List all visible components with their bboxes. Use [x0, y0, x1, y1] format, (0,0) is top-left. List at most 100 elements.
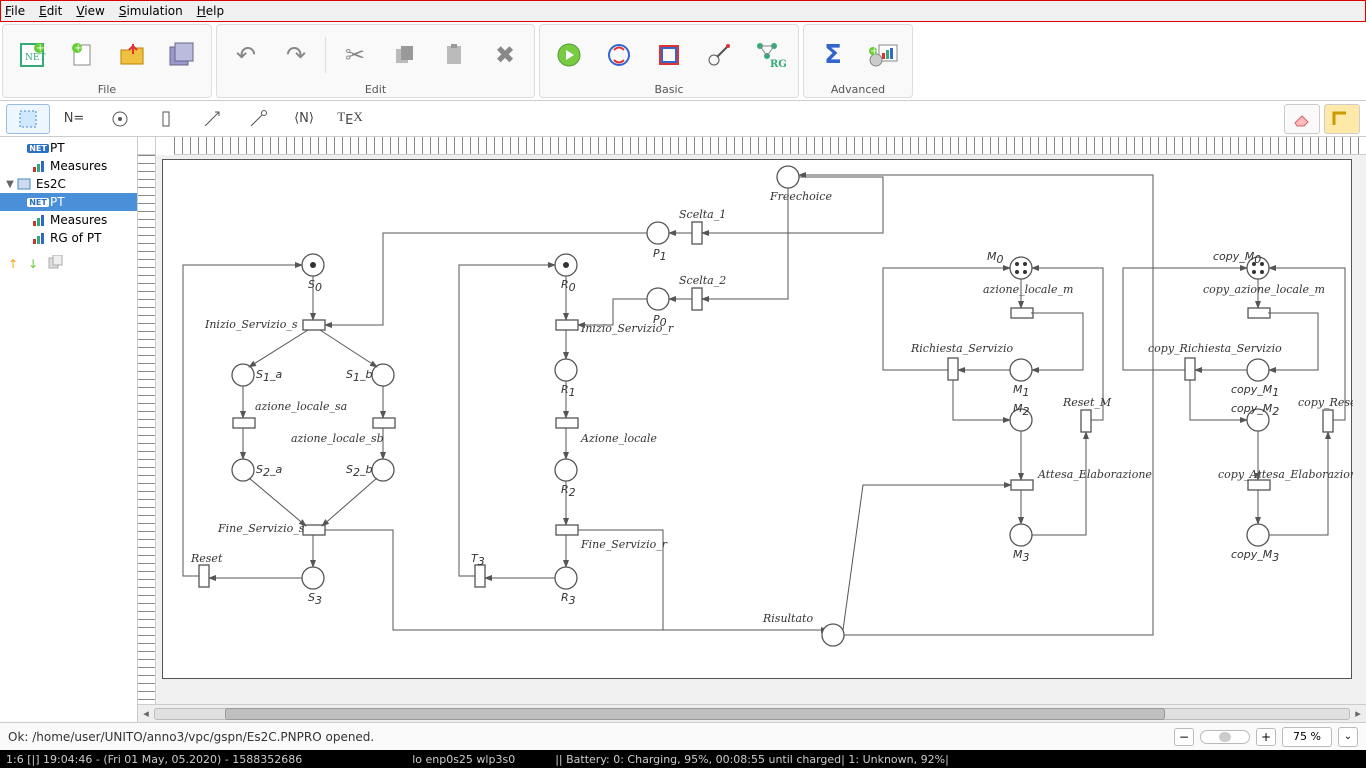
svg-text:Attesa_Elaborazione: Attesa_Elaborazione	[1037, 468, 1152, 481]
toolgroup-file: NET+ + File	[2, 24, 212, 98]
svg-text:Scelta_1: Scelta_1	[679, 208, 726, 221]
menu-edit[interactable]: Edit	[39, 4, 62, 18]
arc-tool[interactable]	[190, 104, 234, 134]
rg-button[interactable]: RG	[744, 32, 794, 78]
measure-button[interactable]	[694, 32, 744, 78]
duplicate-button[interactable]	[48, 255, 64, 272]
svg-text:S1_a: S1_a	[256, 368, 282, 384]
n-tool[interactable]: N=	[52, 104, 96, 134]
tree-pt-2[interactable]: NETPT	[0, 193, 137, 211]
svg-text:P1: P1	[653, 247, 667, 263]
svg-text:+: +	[74, 43, 82, 54]
status-message: Ok: /home/user/UNITO/anno3/vpc/gspn/Es2C…	[8, 730, 1174, 744]
svg-text:azione_locale_m: azione_locale_m	[983, 283, 1073, 296]
toolgroup-edit-label: Edit	[365, 83, 386, 97]
redo-button[interactable]: ↷	[271, 32, 321, 78]
undo-button[interactable]: ↶	[221, 32, 271, 78]
new-net-button[interactable]: NET+	[7, 32, 57, 78]
sidebar-buttons: ↑ ↓	[0, 249, 137, 278]
taskbar-battery: || Battery: 0: Charging, 95%, 00:08:55 u…	[555, 753, 949, 766]
svg-text:azione_locale_sa: azione_locale_sa	[255, 400, 347, 413]
svg-text:S2_a: S2_a	[256, 463, 282, 479]
svg-text:copy_Attesa_Elaborazione: copy_Attesa_Elaborazione	[1218, 468, 1353, 481]
svg-text:copy_azione_locale_m: copy_azione_locale_m	[1203, 283, 1325, 296]
play-button[interactable]	[544, 32, 594, 78]
svg-text:T3: T3	[471, 552, 485, 568]
taskbar-net: lo enp0s25 wlp3s0	[412, 753, 515, 766]
sigma-button[interactable]: Σ	[808, 32, 858, 78]
cut-button[interactable]: ✂	[330, 32, 380, 78]
svg-text:Reset: Reset	[190, 552, 223, 565]
paste-button[interactable]	[430, 32, 480, 78]
toolgroup-advanced-label: Advanced	[831, 83, 885, 97]
scroll-track[interactable]	[154, 708, 1350, 720]
scroll-left-icon[interactable]: ◂	[138, 707, 154, 720]
toolgroup-file-label: File	[98, 83, 116, 97]
zoom-dropdown[interactable]: ⌄	[1338, 727, 1358, 747]
svg-text:M3: M3	[1013, 548, 1030, 564]
svg-text:copy_M1: copy_M1	[1231, 383, 1279, 399]
canvas[interactable]: Freechoice Scelta_1 P1 Scelta_2 P0 S0 In…	[156, 155, 1366, 704]
zoom-slider[interactable]	[1200, 730, 1250, 744]
select-tool[interactable]	[6, 104, 50, 134]
main-toolbar: NET+ + File ↶ ↷ ✂ ✖ Edit RG Basic Σ	[0, 22, 1366, 101]
gear-chart-button[interactable]: +	[858, 32, 908, 78]
scroll-right-icon[interactable]: ▸	[1350, 707, 1366, 720]
svg-text:R0: R0	[561, 278, 576, 294]
svg-text:NET: NET	[25, 53, 45, 63]
open-button[interactable]	[107, 32, 157, 78]
project-sidebar: NETPT Measures ▼Es2C NETPT Measures RG o…	[0, 137, 138, 722]
eraser-tool[interactable]	[1284, 104, 1320, 134]
horizontal-scrollbar[interactable]: ◂ ▸	[138, 704, 1366, 722]
project-tree[interactable]: NETPT Measures ▼Es2C NETPT Measures RG o…	[0, 137, 137, 249]
scroll-thumb[interactable]	[225, 708, 1165, 720]
svg-text:+: +	[36, 43, 44, 54]
petri-net-page[interactable]: Freechoice Scelta_1 P1 Scelta_2 P0 S0 In…	[162, 159, 1352, 679]
move-down-button[interactable]: ↓	[28, 257, 38, 271]
svg-text:Fine_Servizio_s: Fine_Servizio_s	[217, 522, 305, 535]
menu-file[interactable]: File	[5, 4, 25, 18]
svg-text:Inizio_Servizio_s: Inizio_Servizio_s	[204, 318, 298, 331]
save-all-button[interactable]	[157, 32, 207, 78]
tree-measures-1[interactable]: Measures	[0, 157, 137, 175]
zoom-in-button[interactable]: +	[1256, 728, 1276, 746]
svg-text:R1: R1	[561, 383, 576, 399]
toolgroup-basic-label: Basic	[654, 83, 683, 97]
menu-help[interactable]: Help	[197, 4, 224, 18]
svg-text:azione_locale_sb: azione_locale_sb	[291, 432, 384, 445]
system-taskbar: 1:6 [|] 19:04:46 - (Fri 01 May, 05.2020)…	[0, 750, 1366, 768]
tree-rg[interactable]: RG of PT	[0, 229, 137, 247]
menu-view[interactable]: View	[76, 4, 104, 18]
tex-tool[interactable]: TEX	[328, 104, 372, 134]
tree-pt-1[interactable]: NETPT	[0, 139, 137, 157]
svg-text:RG: RG	[770, 59, 786, 70]
editor-toolbar: N= ⟨N⟩ TEX	[0, 101, 1366, 137]
zoom-out-button[interactable]: −	[1174, 728, 1194, 746]
svg-text:+: +	[870, 46, 878, 57]
svg-text:Reset_M: Reset_M	[1062, 396, 1112, 409]
move-up-button[interactable]: ↑	[8, 257, 18, 271]
ruler-toggle[interactable]	[1324, 104, 1360, 134]
svg-text:Scelta_2: Scelta_2	[679, 274, 726, 287]
new-page-button[interactable]: +	[57, 32, 107, 78]
place-tool[interactable]	[98, 104, 142, 134]
statusbar: Ok: /home/user/UNITO/anno3/vpc/gspn/Es2C…	[0, 722, 1366, 750]
transition-tool[interactable]	[144, 104, 188, 134]
petri-net-diagram[interactable]: Freechoice Scelta_1 P1 Scelta_2 P0 S0 In…	[163, 160, 1353, 680]
tree-measures-2[interactable]: Measures	[0, 211, 137, 229]
svg-text:copy_Richiesta_Servizio: copy_Richiesta_Servizio	[1148, 342, 1282, 355]
toolgroup-advanced: Σ + Advanced	[803, 24, 913, 98]
tree-project-es2c[interactable]: ▼Es2C	[0, 175, 137, 193]
svg-text:Richiesta_Servizio: Richiesta_Servizio	[910, 342, 1014, 355]
copy-button[interactable]	[380, 32, 430, 78]
menu-simulation[interactable]: Simulation	[119, 4, 183, 18]
svg-text:copy_M3: copy_M3	[1231, 548, 1279, 564]
unfold-button[interactable]	[594, 32, 644, 78]
delete-button[interactable]: ✖	[480, 32, 530, 78]
zoom-value: 75 %	[1282, 727, 1332, 747]
svg-text:M0: M0	[987, 250, 1004, 266]
anglen-tool[interactable]: ⟨N⟩	[282, 104, 326, 134]
bounds-button[interactable]	[644, 32, 694, 78]
toolgroup-basic: RG Basic	[539, 24, 799, 98]
inhibitor-tool[interactable]	[236, 104, 280, 134]
